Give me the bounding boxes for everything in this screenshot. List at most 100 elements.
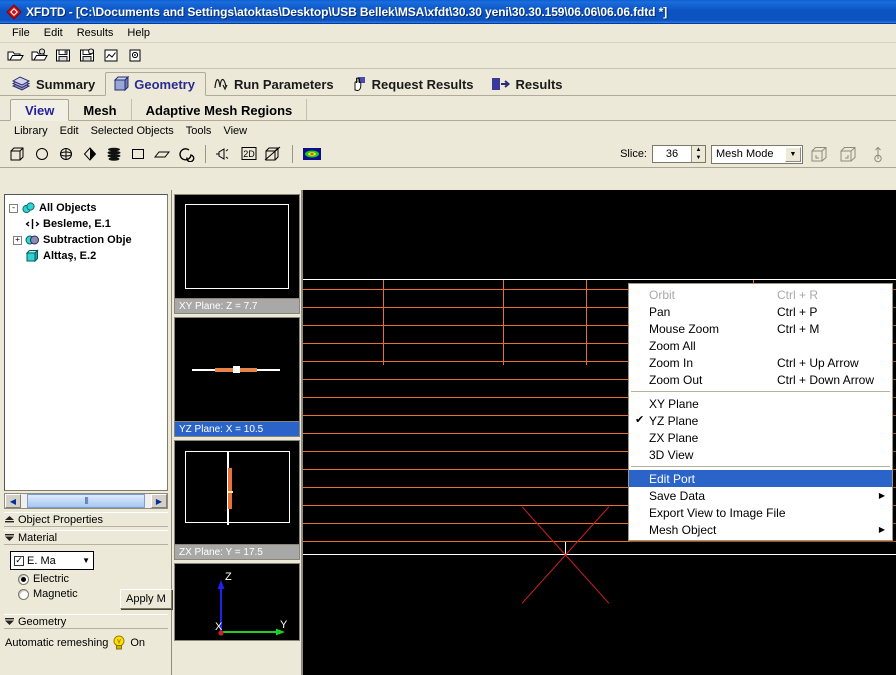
- subtab-view[interactable]: View: [10, 99, 70, 121]
- context-menu-item-pan[interactable]: Pan Ctrl + P: [629, 303, 892, 320]
- scroll-right-icon[interactable]: ▶: [151, 494, 167, 508]
- menu-file[interactable]: File: [5, 26, 37, 40]
- cube-front-icon[interactable]: [808, 143, 832, 165]
- menu-help[interactable]: Help: [120, 26, 157, 40]
- scroll-left-icon[interactable]: ◀: [5, 494, 21, 508]
- open-project-icon[interactable]: [28, 45, 50, 66]
- material-checkbox[interactable]: ✓: [14, 555, 24, 566]
- radio-electric[interactable]: [18, 573, 29, 585]
- toolbar-separator-2: [292, 144, 293, 163]
- sub-tab-strip: View Mesh Adaptive Mesh Regions: [0, 96, 896, 121]
- spiral-icon[interactable]: [174, 143, 198, 165]
- geomenu-tools[interactable]: Tools: [180, 124, 218, 138]
- material-section-header[interactable]: Material: [4, 530, 168, 545]
- context-menu-item-edit-port[interactable]: Edit Port: [629, 470, 892, 487]
- geomenu-view[interactable]: View: [217, 124, 253, 138]
- context-menu-item-zoom-all[interactable]: Zoom All: [629, 337, 892, 354]
- graph-icon[interactable]: [100, 45, 122, 66]
- collapse-down-icon[interactable]: [4, 617, 15, 626]
- save-icon[interactable]: [52, 45, 74, 66]
- context-menu-item-yz-plane[interactable]: ✔ YZ Plane: [629, 412, 892, 429]
- tree-node-alttas[interactable]: Alttaş, E.2: [9, 248, 165, 264]
- thumbnail-xy-plane[interactable]: XY Plane: Z = 7.7: [174, 194, 300, 314]
- tab-results[interactable]: Results: [484, 72, 573, 96]
- tree-node-subtraction[interactable]: + Subtraction Obje: [9, 232, 165, 248]
- collapse-down-icon[interactable]: [4, 533, 15, 542]
- context-menu-item-xy-plane[interactable]: XY Plane: [629, 395, 892, 412]
- subtab-mesh[interactable]: Mesh: [69, 99, 132, 121]
- automatic-remeshing-row[interactable]: Automatic remeshing On: [5, 635, 171, 651]
- spin-up-icon[interactable]: ▲: [692, 146, 705, 154]
- tree-node-all-objects[interactable]: - All Objects: [9, 200, 165, 216]
- context-menu-item-mouse-zoom[interactable]: Mouse Zoom Ctrl + M: [629, 320, 892, 337]
- context-menu-item-3d-view[interactable]: 3D View: [629, 446, 892, 463]
- menu-results[interactable]: Results: [70, 26, 121, 40]
- tab-request-results[interactable]: Request Results: [344, 72, 484, 96]
- thumbnail-zx-image[interactable]: [174, 440, 300, 545]
- cylinder-icon[interactable]: [54, 143, 78, 165]
- context-menu-item-zoom-in[interactable]: Zoom In Ctrl + Up Arrow: [629, 354, 892, 371]
- collapse-up-icon[interactable]: [4, 515, 15, 524]
- context-menu-item-export-view-to-image-file[interactable]: Export View to Image File: [629, 504, 892, 521]
- material-option-electric[interactable]: Electric: [18, 573, 167, 585]
- context-menu-item-zoom-out[interactable]: Zoom Out Ctrl + Down Arrow: [629, 371, 892, 388]
- slice-spin-arrows[interactable]: ▲ ▼: [691, 146, 705, 162]
- parallelogram-icon[interactable]: [150, 143, 174, 165]
- geomenu-edit[interactable]: Edit: [54, 124, 85, 138]
- chevron-down-icon[interactable]: ▼: [785, 146, 801, 162]
- document-icon[interactable]: [124, 45, 146, 66]
- thumbnail-yz-plane[interactable]: YZ Plane: X = 10.5: [174, 317, 300, 437]
- expander-icon[interactable]: -: [9, 203, 18, 213]
- thumbnail-axes-indicator[interactable]: Z Y X: [174, 563, 300, 641]
- lightbulb-icon[interactable]: [112, 635, 126, 651]
- cone-icon[interactable]: [78, 143, 102, 165]
- expander-icon[interactable]: +: [13, 235, 22, 245]
- context-menu-item-zx-plane[interactable]: ZX Plane: [629, 429, 892, 446]
- spin-down-icon[interactable]: ▼: [692, 154, 705, 162]
- menu-edit[interactable]: Edit: [37, 26, 70, 40]
- geomenu-selected-objects[interactable]: Selected Objects: [85, 124, 180, 138]
- thumbnail-zx-plane[interactable]: ZX Plane: Y = 17.5: [174, 440, 300, 560]
- helix-icon[interactable]: [102, 143, 126, 165]
- open-folder-icon[interactable]: [4, 45, 26, 66]
- plate-icon[interactable]: [126, 143, 150, 165]
- geomenu-library[interactable]: Library: [8, 124, 54, 138]
- tab-summary[interactable]: Summary: [4, 72, 105, 96]
- speaker-icon[interactable]: [213, 143, 237, 165]
- context-menu-item-orbit[interactable]: Orbit Ctrl + R: [629, 286, 892, 303]
- chevron-down-icon[interactable]: ▼: [82, 556, 90, 565]
- viewport-context-menu[interactable]: Orbit Ctrl + R Pan Ctrl + P Mouse Zoom C…: [628, 283, 893, 541]
- scrollbar-thumb[interactable]: [27, 494, 145, 508]
- slice-stepper[interactable]: ▲ ▼: [652, 145, 706, 163]
- colormap-icon[interactable]: [300, 143, 324, 165]
- sphere-icon[interactable]: [30, 143, 54, 165]
- 2d-icon[interactable]: 2D: [237, 143, 261, 165]
- tree-node-besleme[interactable]: Besleme, E.1: [9, 216, 165, 232]
- context-menu-item-mesh-object[interactable]: Mesh Object ▶: [629, 521, 892, 538]
- geometry-title: Geometry: [18, 615, 67, 628]
- save-as-icon[interactable]: [76, 45, 98, 66]
- context-menu-label: Save Data: [649, 488, 706, 503]
- tree-horizontal-scrollbar[interactable]: ◀ ▶: [4, 493, 168, 509]
- cube-back-icon[interactable]: [837, 143, 861, 165]
- object-properties-header[interactable]: Object Properties: [4, 512, 168, 527]
- box-icon[interactable]: [6, 143, 30, 165]
- thumbnail-xy-image[interactable]: [174, 194, 300, 299]
- view-mode-dropdown[interactable]: Mesh Mode ▼: [711, 144, 803, 164]
- radio-magnetic[interactable]: [18, 588, 29, 600]
- subtab-adaptive-mesh-regions[interactable]: Adaptive Mesh Regions: [132, 99, 308, 121]
- waveform-icon: [213, 76, 229, 92]
- slice-input[interactable]: [653, 146, 691, 162]
- material-dropdown[interactable]: ✓ E. Ma ▼: [10, 551, 94, 570]
- rotate-icon[interactable]: [866, 143, 890, 165]
- object-tree[interactable]: - All Objects Besleme, E.1 + Subtraction…: [4, 194, 168, 491]
- context-menu-item-save-data[interactable]: Save Data ▶: [629, 487, 892, 504]
- axes-indicator-image: Z Y X: [174, 563, 300, 641]
- tab-geometry[interactable]: Geometry: [105, 72, 206, 96]
- tab-run-parameters[interactable]: Run Parameters: [206, 72, 344, 96]
- thumbnail-yz-image[interactable]: [174, 317, 300, 422]
- apply-material-button[interactable]: Apply M: [120, 589, 172, 609]
- cut-cube-icon[interactable]: [261, 143, 285, 165]
- scrollbar-track[interactable]: [21, 494, 151, 508]
- geometry-section-header[interactable]: Geometry: [4, 614, 168, 629]
